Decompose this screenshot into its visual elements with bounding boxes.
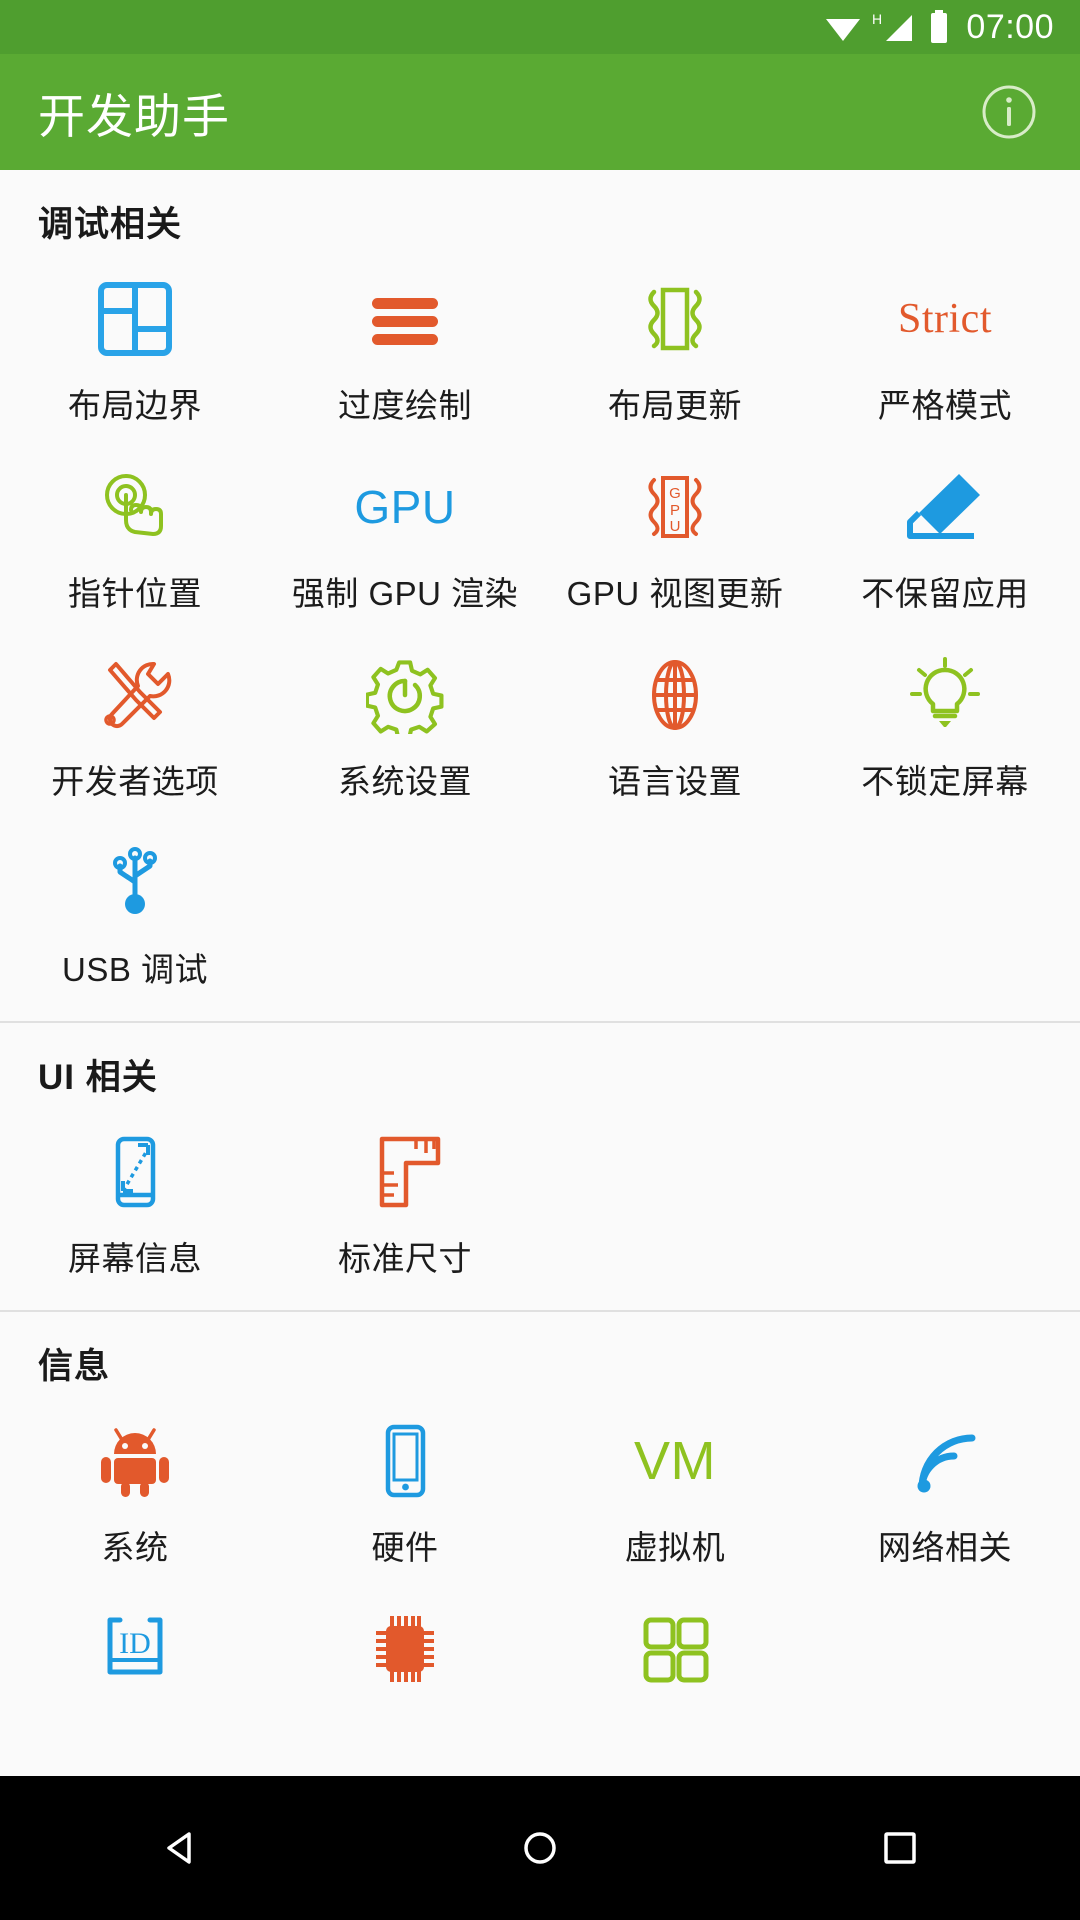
battery-icon [928,10,950,44]
grid-item-gpu-view-update[interactable]: G P U GPU 视图更新 [540,443,810,631]
gpu-view-update-icon: G P U [636,461,714,553]
layout-update-icon [636,273,714,365]
grid-item-label: 语言设置 [608,763,742,800]
grid-item-label: 屏幕信息 [68,1240,202,1277]
grid-item-label: 布局更新 [608,387,742,424]
grid-item-label: 不锁定屏幕 [861,763,1029,800]
lightbulb-icon [906,649,984,741]
svg-text:G: G [669,485,681,502]
wifi-signal-icon [906,1415,984,1507]
status-bar-clock: 07:00 [966,7,1054,46]
strict-mode-icon: Strict [898,273,992,365]
grid-item-strict-mode[interactable]: Strict 严格模式 [810,255,1080,443]
grid-item-hardware[interactable]: 硬件 [270,1397,540,1585]
section-debug: 调试相关 布局边界 过度绘制 布局更新 Strict 严格模式 指针位置 GPU… [0,170,1080,1021]
cellular-signal-icon: H [872,11,918,43]
app-screen: H 07:00 开发助手 调试相关 布局边界 过度绘制 布局更新 Strict … [0,0,1080,1920]
grid-item-keep-screen-on[interactable]: 不锁定屏幕 [810,631,1080,819]
gpu-glyph: GPU [354,481,456,533]
svg-text:U: U [670,518,681,535]
pointer-location-icon [96,461,174,553]
grid-item-system-settings[interactable]: 系统设置 [270,631,540,819]
section-title: UI 相关 [38,1058,158,1097]
grid-item-label: USB 调试 [61,951,209,988]
svg-text:P: P [670,502,680,519]
content-bottom-spacer [0,1706,1080,1776]
vm-icon: VM [634,1415,716,1507]
grid-item-label: GPU 视图更新 [566,575,784,612]
grid-item-dont-keep-activities[interactable]: 不保留应用 [810,443,1080,631]
grid-item-label: 严格模式 [878,387,1012,424]
svg-text:H: H [872,11,882,27]
status-bar: H 07:00 [0,0,1080,54]
grid-item-vm[interactable]: VM 虚拟机 [540,1397,810,1585]
eraser-icon [904,461,986,553]
layout-bounds-icon [96,273,174,365]
phone-icon [366,1415,444,1507]
svg-text:ID: ID [119,1627,151,1660]
app-bar: 开发助手 [0,54,1080,170]
grid-item-screen-info[interactable]: 屏幕信息 [0,1108,270,1296]
grid-item-cpu[interactable]: CPU [270,1585,540,1706]
grid-item-label: 系统 [101,1529,169,1566]
icon-grid: 系统 硬件 VM 虚拟机 网络相关 ID [0,1397,1080,1706]
vm-glyph: VM [634,1431,716,1491]
grid-item-language-settings[interactable]: 语言设置 [540,631,810,819]
section-ui: UI 相关 屏幕信息 标准尺寸 [0,1021,1080,1310]
gear-icon [366,649,444,741]
usb-icon [96,837,174,929]
grid-item-label: 网络相关 [878,1529,1012,1566]
grid-item-standard-size[interactable]: 标准尺寸 [270,1108,540,1296]
grid-item-label: 虚拟机 [624,1529,726,1566]
globe-icon [636,649,714,741]
grid-item-developer-options[interactable]: 开发者选项 [0,631,270,819]
grid-item-network[interactable]: 网络相关 [810,1397,1080,1585]
recents-button[interactable] [825,1776,975,1920]
grid-item-label: 布局边界 [68,387,202,424]
grid-item-label: 标准尺寸 [338,1240,472,1277]
cpu-chip-icon [366,1603,444,1695]
grid-item-label: 开发者选项 [51,763,219,800]
grid-item-force-gpu[interactable]: GPU 强制 GPU 渲染 [270,443,540,631]
grid-item-usb-debug[interactable]: USB 调试 [0,819,270,1007]
id-card-icon: ID [96,1603,174,1695]
section-title: 信息 [38,1347,111,1386]
grid-item-pointer-location[interactable]: 指针位置 [0,443,270,631]
grid-item-layout-update[interactable]: 布局更新 [540,255,810,443]
grid-item-label: 强制 GPU 渲染 [291,575,519,612]
icon-grid: 屏幕信息 标准尺寸 [0,1108,1080,1296]
content-scroll-area[interactable]: 调试相关 布局边界 过度绘制 布局更新 Strict 严格模式 指针位置 GPU… [0,170,1080,1706]
apps-grid-icon [636,1603,714,1695]
grid-item-those-ids[interactable]: ID 那些 ID [0,1585,270,1706]
navigation-bar [0,1776,1080,1920]
grid-item-label: 指针位置 [68,575,202,612]
overdraw-icon [366,273,444,365]
ruler-icon [366,1126,444,1218]
grid-item-system[interactable]: 系统 [0,1397,270,1585]
strict-glyph: Strict [898,296,992,342]
grid-item-label: 过度绘制 [338,387,472,424]
back-button[interactable] [105,1776,255,1920]
screen-info-icon [96,1126,174,1218]
icon-grid: 布局边界 过度绘制 布局更新 Strict 严格模式 指针位置 GPU 强制 G… [0,255,1080,1007]
grid-item-label: 不保留应用 [861,575,1029,612]
section-title: 调试相关 [38,205,183,244]
info-icon[interactable] [978,81,1040,143]
home-button[interactable] [465,1776,615,1920]
grid-item-layout-bounds[interactable]: 布局边界 [0,255,270,443]
force-gpu-icon: GPU [354,461,455,553]
grid-item-label: 硬件 [371,1529,439,1566]
wifi-icon [824,12,862,42]
grid-item-my-apps[interactable]: 我的应用 [540,1585,810,1706]
android-robot-icon [96,1415,174,1507]
tools-icon [96,649,174,741]
grid-item-overdraw[interactable]: 过度绘制 [270,255,540,443]
page-title: 开发助手 [38,89,230,143]
section-info: 信息 系统 硬件 VM 虚拟机 网络相关 ID [0,1310,1080,1706]
grid-item-label: 系统设置 [338,763,472,800]
